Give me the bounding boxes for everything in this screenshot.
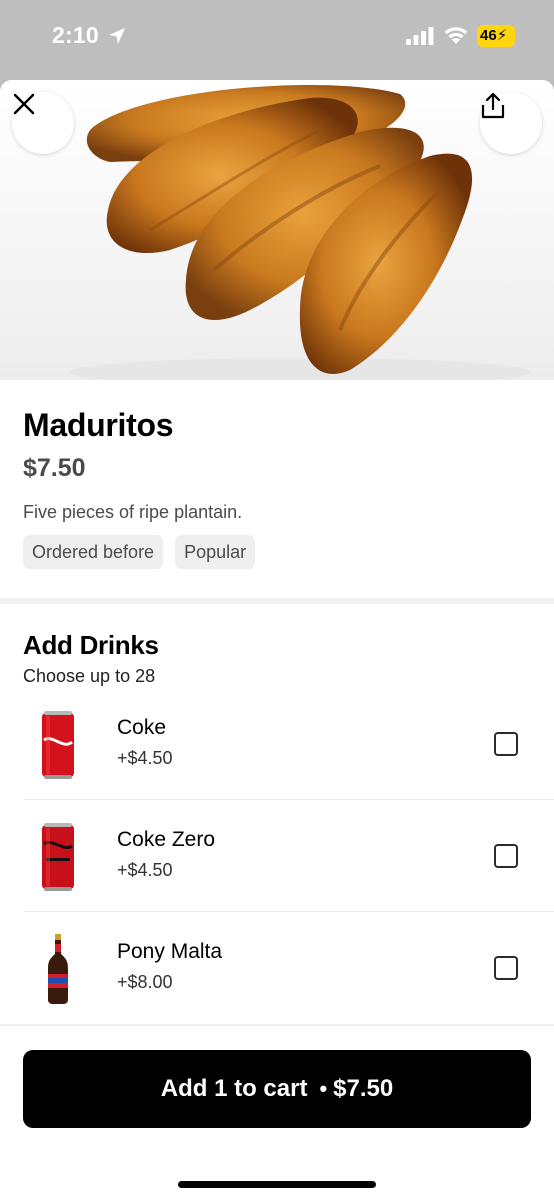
drink-option-coke-zero[interactable]: Coke Zero +$4.50 — [0, 802, 554, 914]
location-arrow-icon — [109, 28, 125, 44]
coke-zero-can-image — [42, 823, 74, 891]
coke-can-image — [42, 711, 74, 779]
plantain-image — [70, 84, 530, 380]
battery-level: 46 — [480, 27, 497, 44]
drink-name: Coke Zero — [117, 828, 216, 851]
item-badges: Ordered before Popular — [23, 535, 256, 569]
drink-checkbox[interactable] — [494, 956, 518, 980]
status-time: 2:10 — [52, 22, 99, 48]
badge-popular: Popular — [175, 535, 256, 569]
close-button[interactable] — [12, 92, 74, 154]
wifi-icon — [444, 27, 468, 44]
drink-option-coke[interactable]: Coke +$4.50 — [0, 690, 554, 802]
close-icon — [13, 93, 35, 115]
item-price: $7.50 — [23, 454, 86, 482]
option-divider — [24, 799, 554, 800]
add-to-cart-label: Add 1 to cart — [160, 1075, 308, 1102]
item-detail-sheet: Maduritos $7.50 Five pieces of ripe plan… — [0, 80, 554, 1200]
drink-name: Coke — [117, 716, 167, 739]
item-hero-image — [0, 80, 554, 380]
drink-price: +$4.50 — [117, 860, 173, 880]
drinks-section-subtitle: Choose up to 28 — [23, 666, 156, 686]
item-description: Five pieces of ripe plantain. — [23, 502, 243, 522]
charging-bolt-icon: ⚡ — [496, 27, 508, 44]
drink-price: +$8.00 — [117, 972, 173, 992]
footer-divider — [0, 1024, 554, 1026]
drink-checkbox[interactable] — [494, 844, 518, 868]
share-button[interactable] — [480, 92, 542, 154]
drinks-section-title: Add Drinks — [23, 630, 159, 660]
separator-dot: • — [319, 1076, 328, 1101]
drink-checkbox[interactable] — [494, 732, 518, 756]
option-divider — [24, 911, 554, 912]
home-indicator — [178, 1181, 376, 1188]
battery-indicator: 46⚡ — [477, 25, 515, 47]
drink-option-pony-malta[interactable]: Pony Malta +$8.00 — [0, 914, 554, 1026]
drink-price: +$4.50 — [117, 748, 173, 768]
status-bar: 2:10 46⚡ — [0, 0, 554, 80]
share-icon — [481, 92, 505, 119]
item-title: Maduritos — [23, 407, 174, 443]
pony-malta-bottle-image — [48, 934, 68, 1004]
drink-name: Pony Malta — [117, 940, 223, 963]
cart-total: $7.50 — [333, 1075, 394, 1102]
badge-ordered-before: Ordered before — [23, 535, 164, 569]
section-divider — [0, 598, 554, 604]
cellular-signal-icon — [406, 27, 434, 45]
add-to-cart-button[interactable]: Add 1 to cart • $7.50 — [23, 1050, 531, 1128]
